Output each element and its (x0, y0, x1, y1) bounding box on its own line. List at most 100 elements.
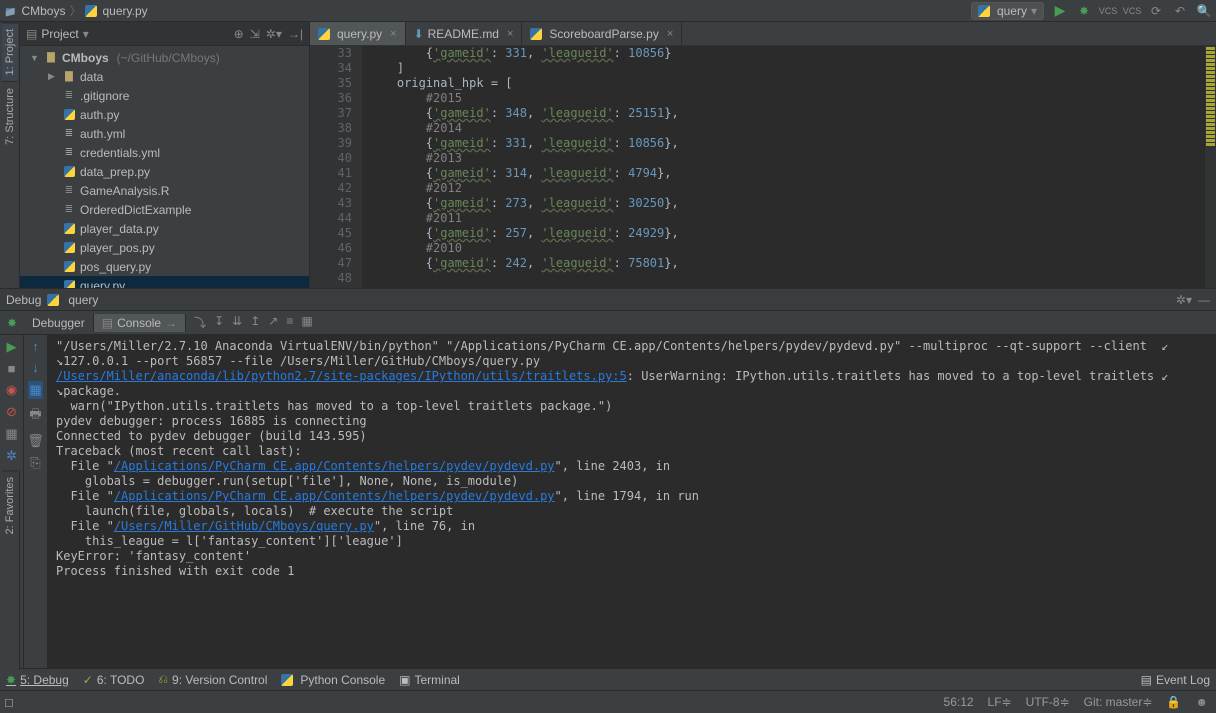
breakpoints-icon[interactable]: ◉ (6, 382, 17, 398)
tree-root[interactable]: ▼ ▇ CMboys (~/GitHub/CMboys) (20, 48, 309, 67)
chevron-right-icon: 〉 (69, 2, 81, 19)
search-icon[interactable]: 🔍 (1196, 3, 1212, 19)
rerun-icon[interactable]: ▶ (7, 339, 17, 355)
error-stripe[interactable] (1204, 46, 1216, 288)
export-icon[interactable]: ⎘ (30, 455, 40, 471)
gear-icon[interactable]: ✲▾ (1176, 293, 1192, 307)
editor-tab[interactable]: ⬇README.md× (406, 22, 523, 45)
hide-icon[interactable]: →| (288, 27, 303, 41)
python-icon (62, 279, 76, 289)
run-button[interactable]: ▶ (1052, 3, 1068, 19)
project-tool-window: ▤ Project ▾ ⊕ ⇲ ✲▾ →| ▼ ▇ CMboys (~/GitH… (20, 22, 310, 288)
status-git[interactable]: Git: master≑ (1084, 695, 1153, 709)
frames-icon[interactable]: ▦ (28, 381, 42, 399)
breadcrumb-file[interactable]: query.py (102, 4, 147, 18)
btab-debug[interactable]: ✸5: Debug (6, 672, 69, 687)
tree-item-label: data (80, 70, 103, 84)
collapse-all-icon[interactable]: ⇲ (250, 27, 260, 41)
project-tree[interactable]: ▼ ▇ CMboys (~/GitHub/CMboys) ▶▇data≣.git… (20, 46, 309, 288)
gear-icon[interactable]: ✲▾ (266, 27, 282, 41)
status-encoding[interactable]: UTF-8≑ (1026, 695, 1070, 709)
python-icon (530, 28, 542, 40)
close-icon[interactable]: × (667, 28, 673, 40)
rail-project[interactable]: 1: Project (2, 22, 18, 81)
tree-item[interactable]: ≣credentials.yml (20, 143, 309, 162)
mute-breakpoints-icon[interactable]: ⊘ (6, 404, 17, 420)
stop-icon[interactable]: ■ (8, 361, 16, 376)
tree-item[interactable]: player_pos.py (20, 238, 309, 257)
tree-item[interactable]: ▶▇data (20, 67, 309, 86)
code-area[interactable]: {'gameid': 331, 'leagueid': 10856} ] ori… (362, 46, 1204, 288)
tree-root-path: (~/GitHub/CMboys) (117, 51, 220, 65)
step-out-icon[interactable]: ↥ (250, 314, 260, 331)
tree-item[interactable]: pos_query.py (20, 257, 309, 276)
chevron-down-icon[interactable]: ▾ (83, 27, 89, 41)
rail-structure[interactable]: 7: Structure (2, 81, 18, 151)
btab-todo[interactable]: ✓6: TODO (83, 672, 145, 687)
close-icon[interactable]: × (507, 28, 513, 40)
debug-button[interactable]: ✸ (1076, 3, 1092, 19)
chevron-icon[interactable]: ▶ (48, 71, 58, 82)
up-icon[interactable]: ↑ (32, 339, 39, 354)
project-title: Project (41, 27, 78, 41)
settings-icon[interactable]: ✲ (6, 448, 17, 464)
tree-item[interactable]: auth.py (20, 105, 309, 124)
console-output[interactable]: "/Users/Miller/2.7.10 Anaconda VirtualEN… (48, 335, 1216, 668)
print-icon[interactable]: 🖶 (29, 405, 41, 427)
python-icon (978, 5, 990, 17)
gutter[interactable]: 33343536373839404142434445464748 (310, 46, 362, 288)
file-icon: ≣ (62, 184, 76, 198)
editor-tab[interactable]: ScoreboardParse.py× (522, 22, 682, 45)
btab-pyconsole-label: Python Console (300, 673, 385, 687)
tree-item[interactable]: ≣auth.yml (20, 124, 309, 143)
run-config-selector[interactable]: query ▾ (971, 2, 1044, 20)
hector-icon[interactable]: ☻ (1195, 695, 1208, 709)
status-caret-pos[interactable]: 56:12 (944, 695, 974, 709)
evaluate-icon[interactable]: ≡ (286, 314, 293, 331)
layout-icon[interactable]: ▦ (5, 426, 17, 442)
chevron-down-icon[interactable]: ▼ (30, 53, 40, 63)
down-icon[interactable]: ↓ (32, 360, 39, 375)
folder-icon: ▤ (26, 27, 37, 41)
python-icon (62, 222, 76, 236)
btab-vcs[interactable]: ⎌9: Version Control (158, 672, 267, 687)
update-icon[interactable]: ⟳ (1148, 3, 1164, 19)
debug-title-target: query (68, 293, 98, 307)
tree-item-label: query.py (80, 279, 125, 289)
btab-eventlog[interactable]: ▤Event Log (1141, 673, 1210, 687)
step-over-icon[interactable]: ⤵ (194, 314, 206, 331)
rail-favorites[interactable]: 2: Favorites (2, 470, 18, 540)
editor-tab[interactable]: query.py× (310, 22, 406, 45)
btab-pyconsole[interactable]: Python Console (281, 672, 385, 687)
status-line-ending[interactable]: LF≑ (988, 695, 1012, 709)
tree-item[interactable]: ≣GameAnalysis.R (20, 181, 309, 200)
tree-item[interactable]: query.py (20, 276, 309, 288)
python-icon (47, 294, 59, 306)
scroll-from-source-icon[interactable]: ⊕ (234, 27, 244, 41)
undo-icon[interactable]: ↶ (1172, 3, 1188, 19)
force-step-into-icon[interactable]: ⇊ (232, 314, 242, 331)
btab-terminal[interactable]: ▣Terminal (399, 672, 460, 687)
tree-item[interactable]: ≣OrderedDictExample (20, 200, 309, 219)
trash-icon[interactable]: 🗑 (27, 433, 44, 449)
breadcrumb[interactable]: CMboys 〉 query.py (4, 2, 148, 19)
step-into-icon[interactable]: ↧ (214, 314, 224, 331)
breadcrumb-root[interactable]: CMboys (21, 4, 65, 18)
tree-item[interactable]: ≣.gitignore (20, 86, 309, 105)
status-square-icon[interactable]: ◻ (4, 695, 14, 709)
tab-console-label: Console (117, 316, 161, 330)
run-to-cursor-icon[interactable]: ↗ (268, 314, 278, 331)
lock-icon[interactable]: 🔒 (1166, 695, 1181, 709)
folder-icon (4, 4, 19, 18)
hide-icon[interactable]: — (1198, 293, 1210, 307)
tree-item[interactable]: data_prep.py (20, 162, 309, 181)
python-icon (281, 674, 293, 686)
bug-icon: ✸ (6, 673, 16, 687)
settings-icon[interactable]: ▦ (301, 314, 312, 331)
close-icon[interactable]: × (390, 28, 396, 40)
tree-item[interactable]: player_data.py (20, 219, 309, 238)
tab-console[interactable]: ▤ Console → (94, 314, 186, 332)
yaml-icon: ≣ (62, 146, 76, 160)
debug-step-controls: ↑ ↓ ▦ 🖶 🗑 ⎘ (24, 335, 48, 668)
tab-debugger[interactable]: Debugger (24, 314, 94, 332)
